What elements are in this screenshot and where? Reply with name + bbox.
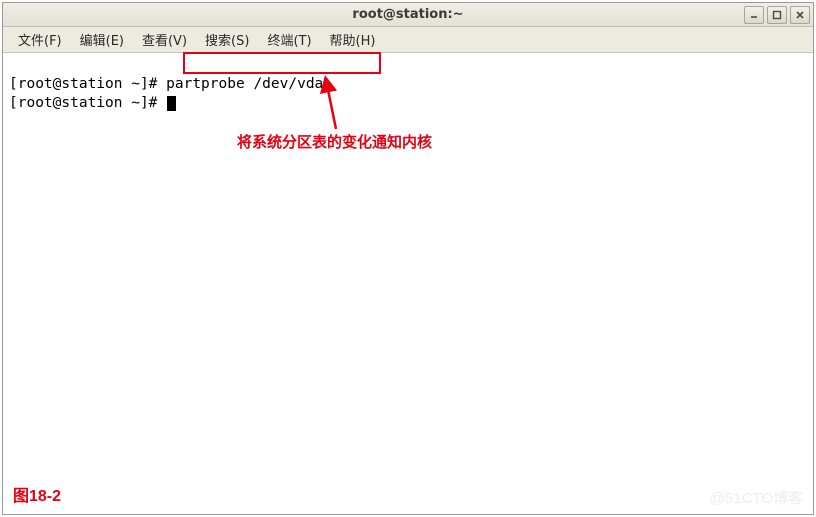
menu-view[interactable]: 查看(V) — [133, 27, 196, 52]
prompt-line-2: [root@station ~]# — [9, 95, 176, 111]
maximize-button[interactable] — [767, 6, 787, 24]
annotation-text: 将系统分区表的变化通知内核 — [237, 131, 432, 152]
menu-help[interactable]: 帮助(H) — [321, 27, 385, 52]
command-1: partprobe /dev/vda — [166, 76, 323, 92]
terminal-window: root@station:~ 文件(F) 编辑(E) 查看(V) 搜索(S) 终… — [2, 2, 814, 515]
menubar: 文件(F) 编辑(E) 查看(V) 搜索(S) 终端(T) 帮助(H) — [3, 27, 813, 53]
prompt-line-1: [root@station ~]# partprobe /dev/vda — [9, 76, 323, 92]
prompt-2: [root@station ~]# — [9, 95, 166, 111]
window-controls — [744, 6, 810, 24]
close-button[interactable] — [790, 6, 810, 24]
watermark: @51CTO博客 — [710, 487, 803, 508]
menu-terminal[interactable]: 终端(T) — [258, 27, 320, 52]
prompt-1: [root@station ~]# — [9, 76, 166, 92]
minimize-button[interactable] — [744, 6, 764, 24]
window-title: root@station:~ — [352, 7, 463, 22]
terminal-body[interactable]: [root@station ~]# partprobe /dev/vda [ro… — [3, 53, 813, 135]
menu-file[interactable]: 文件(F) — [9, 27, 71, 52]
cursor — [167, 96, 176, 111]
titlebar: root@station:~ — [3, 3, 813, 27]
figure-label: 图18-2 — [13, 482, 61, 506]
menu-search[interactable]: 搜索(S) — [196, 27, 258, 52]
menu-edit[interactable]: 编辑(E) — [71, 27, 133, 52]
